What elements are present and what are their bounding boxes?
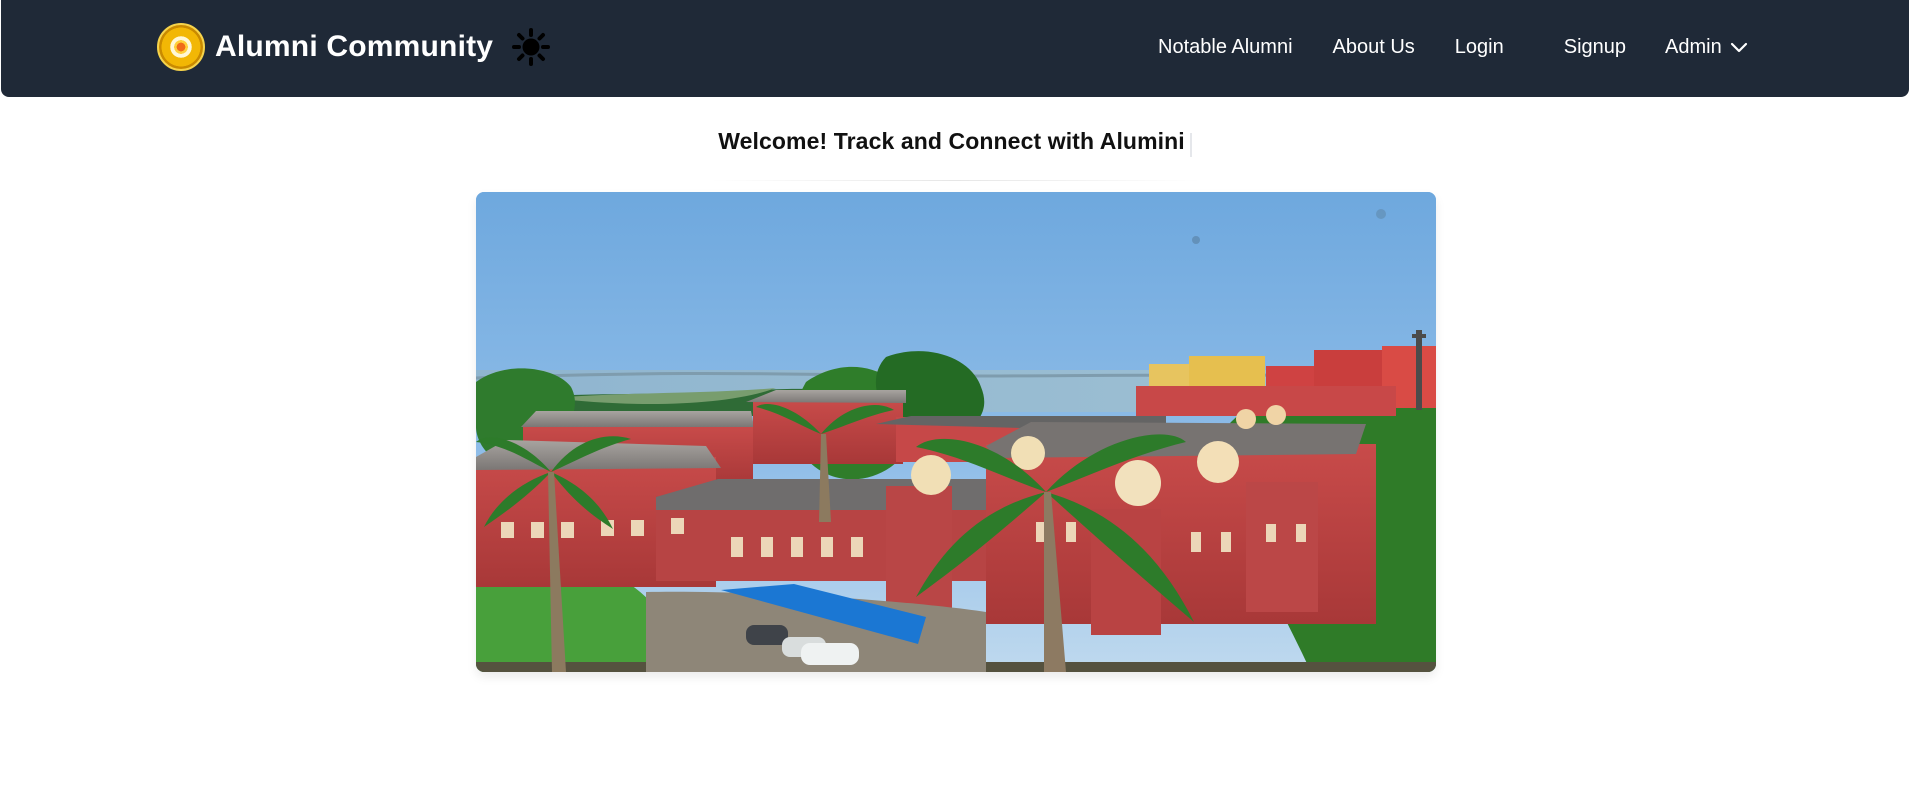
nav-about-us[interactable]: About Us <box>1333 36 1415 59</box>
theme-toggle-button[interactable] <box>510 26 552 68</box>
campus-hero-image <box>476 192 1436 672</box>
nav-notable-alumni[interactable]: Notable Alumni <box>1158 36 1293 59</box>
main-navigation: Notable Alumni About Us Login Signup Adm… <box>1149 27 1748 67</box>
admin-label: Admin <box>1665 35 1722 58</box>
sun-icon <box>512 28 550 66</box>
chevron-down-icon <box>1730 42 1747 53</box>
college-logo-icon <box>157 23 205 71</box>
welcome-text-wrap: Welcome! Track and Connect with Alumini <box>718 128 1192 157</box>
admin-dropdown[interactable]: Admin <box>1665 36 1748 59</box>
welcome-text: Welcome! Track and Connect with Alumini <box>718 128 1185 154</box>
nav-signup[interactable]: Signup <box>1564 36 1626 59</box>
nav-login[interactable]: Login <box>1455 36 1504 59</box>
brand-link[interactable]: Alumni Community <box>157 22 493 72</box>
typing-cursor <box>1189 133 1192 157</box>
heading-divider <box>710 180 1200 181</box>
campus-aerial-photo <box>476 192 1436 672</box>
brand-name: Alumni Community <box>215 30 494 63</box>
top-navbar: Alumni Community Notable Alumni About Us… <box>1 0 1909 97</box>
welcome-heading: Welcome! Track and Connect with Alumini <box>0 128 1910 157</box>
